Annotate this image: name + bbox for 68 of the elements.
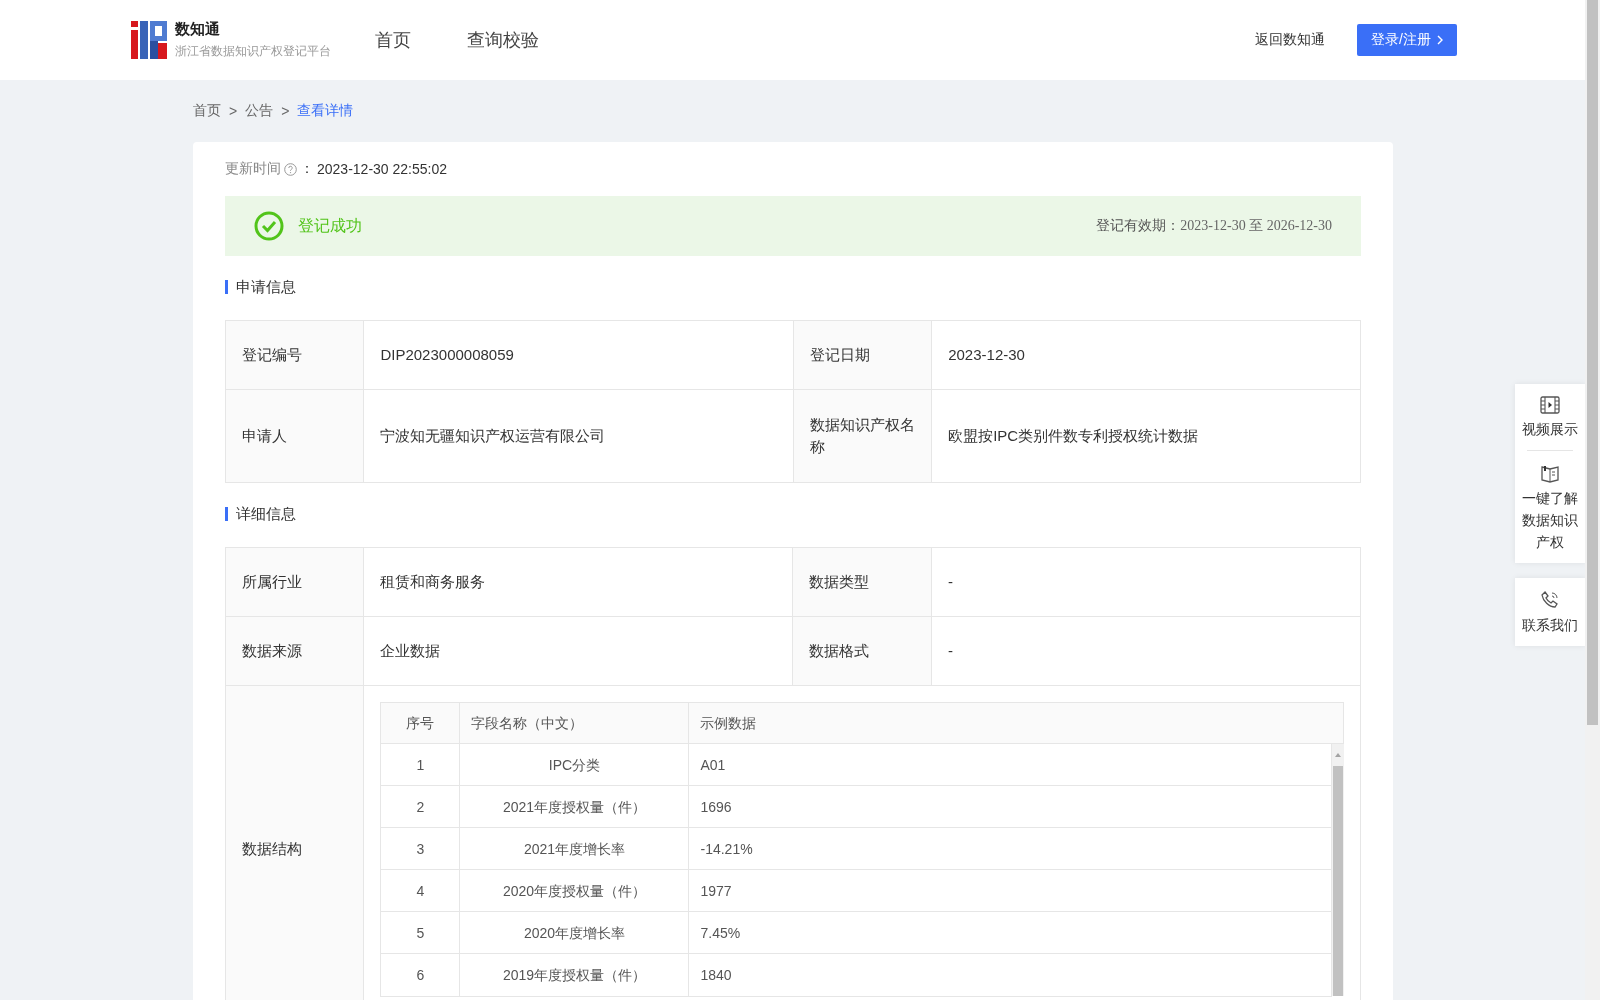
help-icon[interactable] xyxy=(284,162,297,176)
table-cell: 1977 xyxy=(688,869,1331,912)
scrollbar-thumb[interactable] xyxy=(1332,766,1343,996)
table-cell: IPC分类 xyxy=(459,743,689,786)
column-header: 序号 xyxy=(380,702,460,744)
field-value: 宁波知无疆知识产权运营有限公司 xyxy=(363,389,794,483)
float-tool-link[interactable]: 视频展示 xyxy=(1522,418,1578,440)
table-cell: 6 xyxy=(380,953,460,996)
field-value: 租赁和商务服务 xyxy=(363,547,793,617)
field-label: 数据类型 xyxy=(793,547,932,617)
field-label: 数据格式 xyxy=(793,616,932,686)
chevron-icon xyxy=(1437,35,1443,45)
field-value: 欧盟按IPC类别件数专利授权统计数据 xyxy=(931,389,1361,483)
status-text: 登记成功 xyxy=(298,215,363,236)
field-label: 数据知识产权名称 xyxy=(793,389,932,483)
section-title: 申请信息 xyxy=(225,280,1361,294)
breadcrumb-separator: > xyxy=(281,103,290,119)
table-cell: 2019年度授权量（件） xyxy=(459,953,689,996)
table-cell: 4 xyxy=(380,869,460,912)
table-cell: 5 xyxy=(380,911,460,954)
table-cell: 2021年度增长率 xyxy=(459,827,689,870)
table-cell: 1696 xyxy=(688,785,1331,828)
update-colon: ： xyxy=(300,160,314,178)
breadcrumb-separator: > xyxy=(229,103,238,119)
logo-subtitle: 浙江省数据知识产权登记平台 xyxy=(175,43,331,60)
field-value: 企业数据 xyxy=(363,616,793,686)
table-cell: 1 xyxy=(380,743,460,786)
update-time: 2023-12-30 22:55:02 xyxy=(317,161,447,177)
table-cell: 3 xyxy=(380,827,460,870)
validity-label: 登记有效期： xyxy=(1096,217,1181,235)
field-value: - xyxy=(931,616,1361,686)
nav-link[interactable]: 首页 xyxy=(375,28,411,52)
phone-icon xyxy=(1540,590,1560,610)
field-label: 数据结构 xyxy=(225,685,364,1000)
field-label: 所属行业 xyxy=(225,547,364,617)
logo-icon xyxy=(131,21,167,59)
login-button[interactable]: 登录/注册 xyxy=(1357,24,1457,56)
field-label: 登记日期 xyxy=(793,320,932,390)
logo-title: 数知通 xyxy=(175,20,221,39)
field-value: 2023-12-30 xyxy=(931,320,1361,390)
table-cell: 2020年度授权量（件） xyxy=(459,869,689,912)
update-label: 更新时间 xyxy=(225,160,281,178)
table-cell: 2020年度增长率 xyxy=(459,911,689,954)
column-header: 字段名称（中文） xyxy=(459,702,689,744)
column-header: 示例数据 xyxy=(688,702,1344,744)
validity-dates: 2023-12-30 至 2026-12-30 xyxy=(1180,217,1332,235)
table-cell: 2021年度授权量（件） xyxy=(459,785,689,828)
table-cell: -14.21% xyxy=(688,827,1331,870)
book-icon xyxy=(1540,463,1560,483)
float-tool-link[interactable]: 一键了解数据知识产权 xyxy=(1520,487,1580,553)
table-cell: A01 xyxy=(688,743,1331,786)
back-link[interactable]: 返回数知通 xyxy=(1255,31,1326,49)
breadcrumb-link[interactable]: 首页 xyxy=(193,102,221,120)
field-label: 登记编号 xyxy=(225,320,364,390)
section-title: 详细信息 xyxy=(225,507,1361,521)
film-icon xyxy=(1540,396,1560,414)
table-cell: 7.45% xyxy=(688,911,1331,954)
nav-link[interactable]: 查询校验 xyxy=(467,28,539,52)
field-value: DIP2023000008059 xyxy=(363,320,794,390)
field-label: 申请人 xyxy=(225,389,364,483)
breadcrumb-link[interactable]: 公告 xyxy=(245,102,274,120)
field-value: - xyxy=(931,547,1361,617)
table-cell: 2 xyxy=(380,785,460,828)
breadcrumb-link[interactable]: 查看详情 xyxy=(297,102,354,120)
field-label: 数据来源 xyxy=(225,616,364,686)
page-scrollbar-thumb[interactable] xyxy=(1587,0,1598,725)
check-circle-icon xyxy=(254,211,284,241)
table-cell: 1840 xyxy=(688,953,1331,996)
